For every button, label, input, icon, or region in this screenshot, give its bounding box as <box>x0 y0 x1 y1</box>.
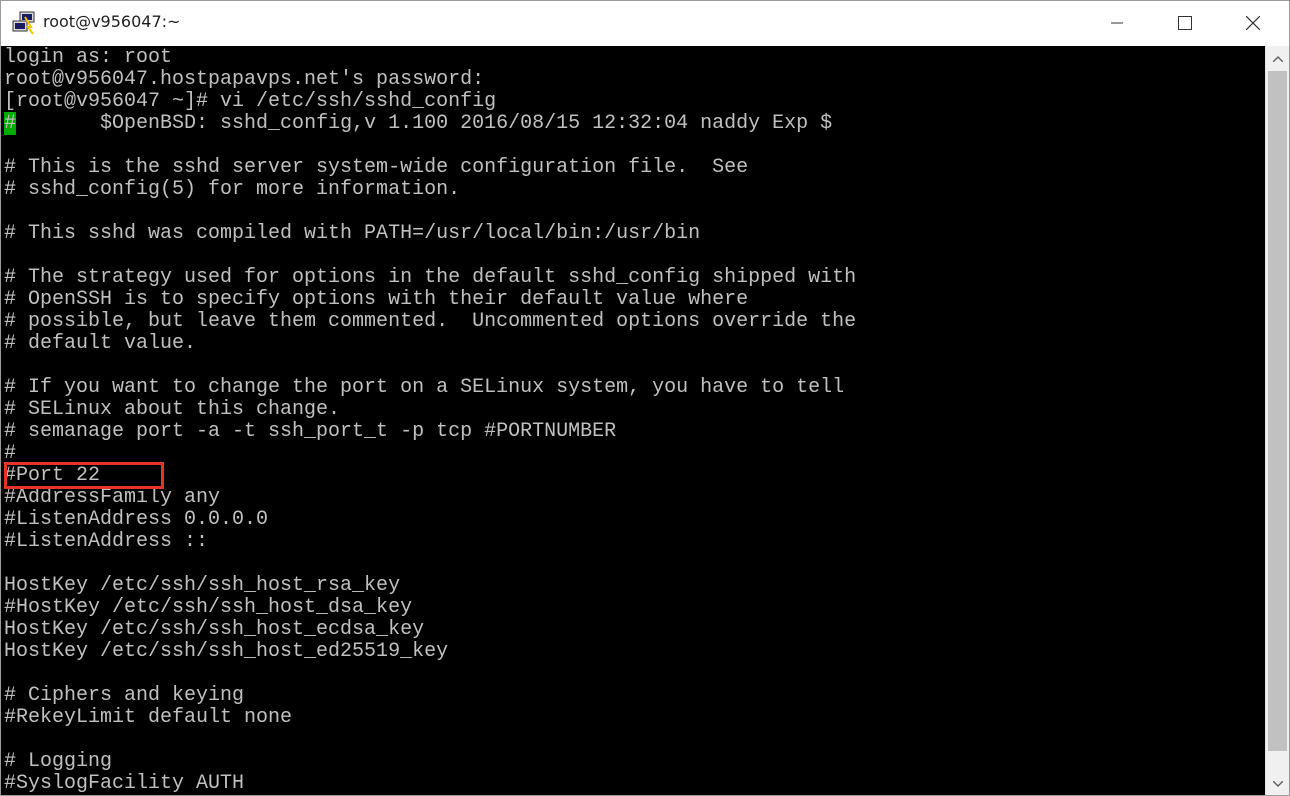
minimize-button[interactable] <box>1083 1 1151 45</box>
terminal-line: # possible, but leave them commented. Un… <box>4 310 857 333</box>
terminal-line: # Ciphers and keying <box>4 684 245 707</box>
terminal-output: login as: root root@v956047.hostpapavps.n… <box>4 47 856 795</box>
terminal-line: HostKey /etc/ssh/ssh_host_ecdsa_key <box>4 618 425 641</box>
minimize-icon <box>1111 17 1123 29</box>
scroll-up-button[interactable] <box>1266 46 1289 70</box>
chevron-down-icon <box>1272 774 1283 792</box>
terminal-line: # sshd_config(5) for more information. <box>4 178 461 201</box>
terminal-line: #HostKey /etc/ssh/ssh_host_dsa_key <box>4 596 413 619</box>
close-button[interactable] <box>1219 1 1287 45</box>
terminal-screen[interactable]: login as: root root@v956047.hostpapavps.n… <box>1 46 1265 795</box>
chevron-up-icon <box>1272 49 1283 67</box>
terminal-line: # The strategy used for options in the d… <box>4 266 857 289</box>
terminal-line: #Port 22 <box>4 464 101 487</box>
terminal-line: # If you want to change the port on a SE… <box>4 376 845 399</box>
terminal-line: # $OpenBSD: sshd_config,v 1.100 2016/08/… <box>4 112 833 135</box>
maximize-icon <box>1178 16 1192 30</box>
terminal-line: #SyslogFacility AUTH <box>4 772 245 795</box>
terminal-line: # default value. <box>4 332 197 355</box>
terminal-line: # <box>4 442 17 465</box>
terminal-line: login as: root <box>4 46 173 69</box>
putty-icon[interactable] <box>11 11 37 35</box>
terminal-line: #ListenAddress :: <box>4 530 209 553</box>
maximize-button[interactable] <box>1151 1 1219 45</box>
terminal-line: # SELinux about this change. <box>4 398 341 421</box>
terminal-line: # Logging <box>4 750 113 773</box>
terminal-line: #ListenAddress 0.0.0.0 <box>4 508 269 531</box>
window-title: root@v956047:~ <box>43 12 181 31</box>
close-icon <box>1246 16 1260 30</box>
terminal-line: #AddressFamily any <box>4 486 221 509</box>
terminal-window: root@v956047:~ login as: root root@v95604… <box>0 0 1290 796</box>
terminal-line: # semanage port -a -t ssh_port_t -p tcp … <box>4 420 617 443</box>
terminal-line: # This is the sshd server system-wide co… <box>4 156 749 179</box>
title-bar[interactable]: root@v956047:~ <box>1 1 1289 45</box>
vertical-scrollbar[interactable] <box>1265 46 1289 795</box>
terminal-line: HostKey /etc/ssh/ssh_host_ed25519_key <box>4 640 449 663</box>
terminal-line: #RekeyLimit default none <box>4 706 293 729</box>
terminal-line: HostKey /etc/ssh/ssh_host_rsa_key <box>4 574 401 597</box>
cursor-cell: # <box>4 112 17 135</box>
scrollbar-thumb[interactable] <box>1268 71 1287 751</box>
terminal-line: [root@v956047 ~]# vi /etc/ssh/sshd_confi… <box>4 90 497 113</box>
terminal-line: # This sshd was compiled with PATH=/usr/… <box>4 222 701 245</box>
scroll-down-button[interactable] <box>1266 771 1289 795</box>
terminal-line: # OpenSSH is to specify options with the… <box>4 288 749 311</box>
terminal-line: root@v956047.hostpapavps.net's password: <box>4 68 485 91</box>
